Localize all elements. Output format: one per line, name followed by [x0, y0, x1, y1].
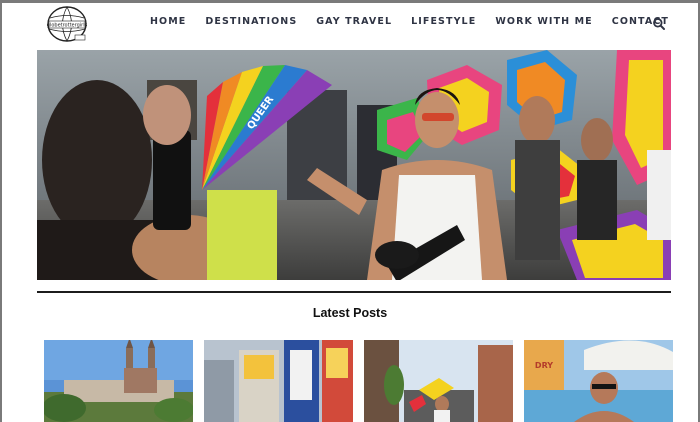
latest-posts-grid: DRY — [44, 340, 674, 422]
post-card[interactable] — [364, 340, 513, 422]
post-thumbnail-billboards — [204, 340, 353, 422]
globe-logo-icon: globetrottergirls — [47, 6, 88, 42]
post-card[interactable] — [44, 340, 193, 422]
site-header: globetrottergirls HOME DESTINATIONS GAY … — [0, 0, 700, 48]
nav-lifestyle[interactable]: LIFESTYLE — [411, 16, 476, 27]
post-thumbnail-cathedral — [44, 340, 193, 422]
post-thumbnail-pride-street — [364, 340, 513, 422]
nav-home[interactable]: HOME — [150, 16, 186, 27]
hero-photo: QUEER — [37, 50, 671, 280]
hero-image[interactable]: QUEER — [37, 50, 671, 280]
post-card[interactable] — [204, 340, 353, 422]
latest-posts-heading: Latest Posts — [312, 306, 388, 320]
nav-destinations[interactable]: DESTINATIONS — [205, 16, 297, 27]
phone — [153, 130, 191, 230]
post-thumbnail-pool: DRY — [524, 340, 673, 422]
poster-text: DRY — [535, 361, 553, 370]
section-divider — [37, 291, 671, 293]
nav-gay-travel[interactable]: GAY TRAVEL — [316, 16, 392, 27]
nav-work-with-me[interactable]: WORK WITH ME — [495, 16, 592, 27]
logo-text: globetrottergirls — [47, 23, 88, 29]
post-card[interactable]: DRY — [524, 340, 673, 422]
search-icon — [653, 18, 665, 30]
main-nav: HOME DESTINATIONS GAY TRAVEL LIFESTYLE W… — [150, 16, 688, 27]
site-logo[interactable]: globetrottergirls — [45, 5, 89, 45]
search-button[interactable] — [652, 17, 666, 31]
